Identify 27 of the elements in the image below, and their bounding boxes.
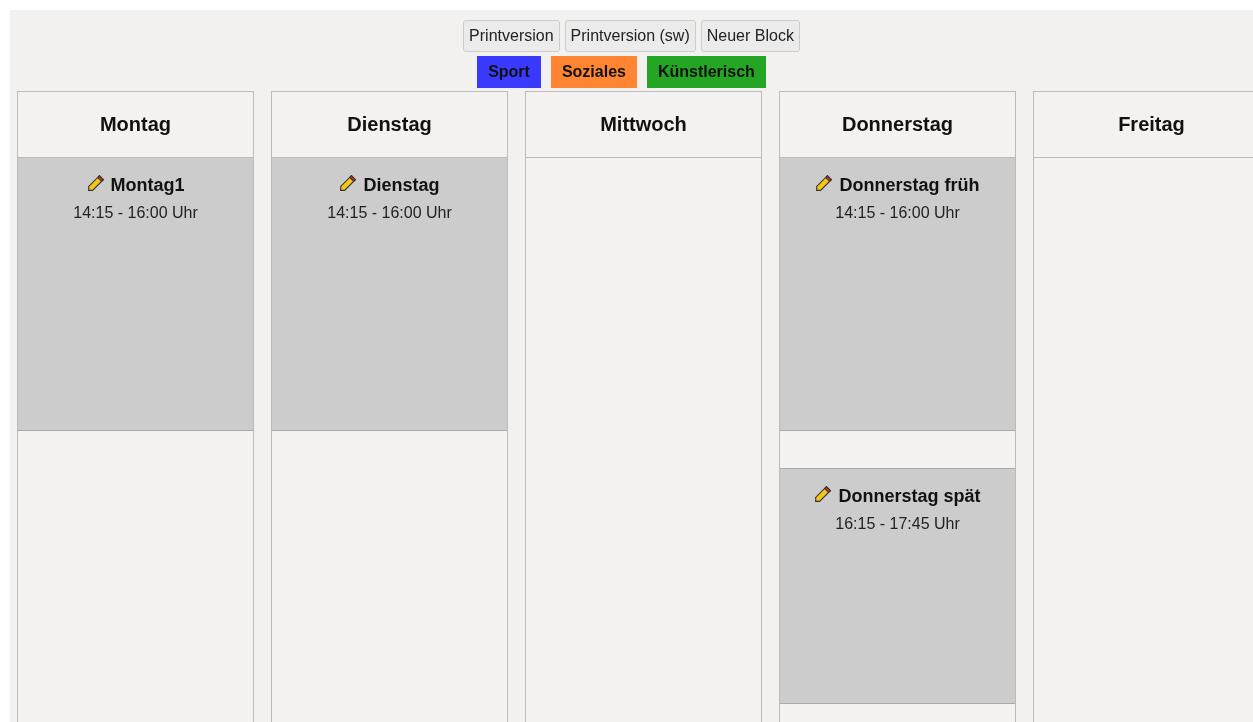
block-time: 14:15 - 16:00 Uhr: [326, 204, 453, 222]
toolbar-button[interactable]: Printversion: [463, 20, 560, 52]
block-title: Donnerstag spät: [838, 486, 981, 507]
block-time: 14:15 - 16:00 Uhr: [834, 204, 961, 222]
pencil-icon[interactable]: [814, 484, 833, 503]
block-title: Dienstag: [363, 175, 440, 196]
day-title: Donnerstag: [841, 113, 954, 136]
toolbar-button[interactable]: Neuer Block: [700, 20, 800, 52]
schedule-block[interactable]: Montag1 14:15 - 16:00 Uhr: [18, 158, 253, 431]
day-title: Mittwoch: [600, 113, 687, 136]
schedule-block[interactable]: Donnerstag spät 16:15 - 17:45 Uhr: [780, 468, 1015, 704]
toolbar-button[interactable]: Printversion (sw): [564, 20, 696, 52]
block-title: Donnerstag früh: [839, 175, 980, 196]
day-title: Dienstag: [347, 113, 432, 136]
block-time: 14:15 - 16:00 Uhr: [72, 204, 199, 222]
block-title: Montag1: [110, 175, 185, 196]
category-label: Soziales: [550, 56, 637, 88]
day-title: Freitag: [1118, 113, 1185, 136]
category-label: Sport: [477, 56, 541, 88]
schedule-block[interactable]: Donnerstag früh 14:15 - 16:00 Uhr: [780, 158, 1015, 431]
pencil-icon[interactable]: [339, 173, 358, 192]
pencil-icon[interactable]: [86, 173, 105, 192]
category-label: Künstlerisch: [646, 56, 766, 88]
schedule-block[interactable]: Dienstag 14:15 - 16:00 Uhr: [272, 158, 507, 431]
pencil-icon[interactable]: [815, 173, 834, 192]
day-title: Montag: [99, 113, 172, 136]
block-time: 16:15 - 17:45 Uhr: [834, 515, 961, 533]
